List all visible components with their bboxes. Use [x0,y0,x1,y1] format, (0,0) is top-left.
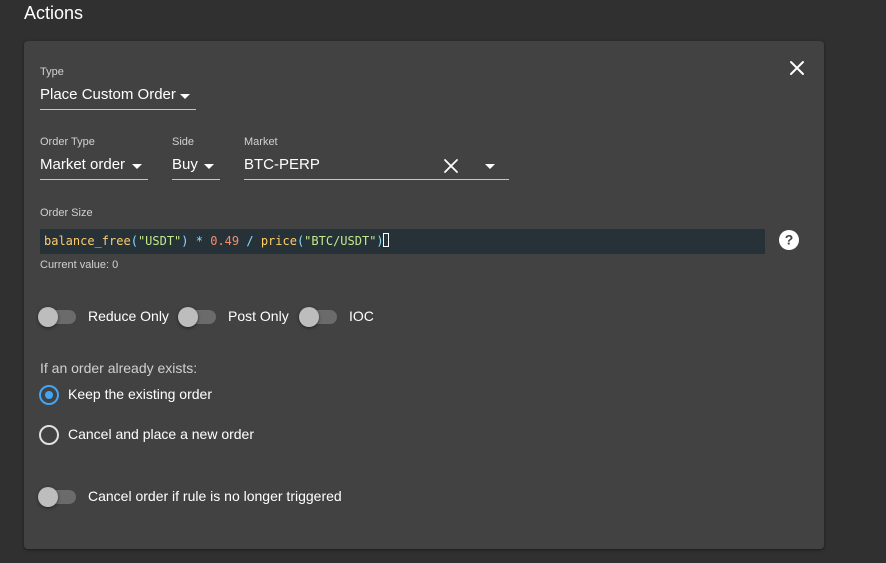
actions-card: Type Place Custom Order Order Type Marke… [24,41,824,549]
svg-text:?: ? [785,232,794,248]
reduce-only-label: Reduce Only [88,308,169,324]
radio-cancel-and-place[interactable]: Cancel and place a new order [39,425,279,445]
code-token: "USDT" [137,234,182,248]
order-type-select-box[interactable]: Market order [40,155,148,180]
code-token: / [239,234,261,248]
help-icon[interactable]: ? [778,229,800,251]
chevron-down-icon [485,164,495,169]
chevron-down-icon [180,94,190,99]
chevron-down-icon [132,164,142,169]
code-token: ) [181,234,189,248]
market-select[interactable]: Market BTC-PERP [244,136,509,182]
switch-thumb [299,307,319,327]
code-token: price [260,234,297,248]
type-select-box[interactable]: Place Custom Order [40,85,196,110]
ioc-label: IOC [349,308,374,324]
market-value: BTC-PERP [244,156,320,173]
code-token: balance_free [44,234,131,248]
cancel-if-not-triggered-switch[interactable]: Cancel order if rule is no longer trigge… [38,487,352,507]
order-type-label: Order Type [40,136,95,148]
type-value: Place Custom Order [40,86,176,103]
type-label: Type [40,66,64,78]
section-title: Actions [24,3,84,23]
radio-unchecked-icon [39,425,59,445]
order-size-label: Order Size [40,207,93,219]
code-token: "BTC/USDT" [304,234,377,248]
radio-checked-icon [39,385,59,405]
post-only-label: Post Only [228,308,289,324]
side-select-box[interactable]: Buy [172,155,220,180]
current-value-text: Current value: 0 [40,259,119,271]
switch-thumb [38,487,58,507]
code-token: ( [130,234,138,248]
market-label: Market [244,136,278,148]
chevron-down-icon [204,164,214,169]
switch-thumb [38,307,58,327]
reduce-only-switch[interactable]: Reduce Only [38,307,172,327]
order-size-editor[interactable]: balance_free("USDT") * 0.49 / price("BTC… [40,229,765,254]
type-select[interactable]: Type Place Custom Order [40,66,196,110]
radio-keep-existing[interactable]: Keep the existing order [39,385,239,405]
order-type-select[interactable]: Order Type Market order [40,136,148,182]
existing-order-label: If an order already exists: [40,360,198,376]
text-cursor [382,233,389,247]
market-select-box[interactable]: BTC-PERP [244,155,509,180]
ioc-switch[interactable]: IOC [299,307,383,327]
radio-dot [45,391,53,399]
side-select[interactable]: Side Buy [172,136,220,182]
post-only-switch[interactable]: Post Only [178,307,302,327]
close-icon[interactable] [786,57,808,79]
side-value: Buy [172,156,198,173]
side-label: Side [172,136,195,148]
cancel-and-place-label: Cancel and place a new order [68,426,255,442]
keep-existing-label: Keep the existing order [68,386,212,402]
clear-icon[interactable] [442,157,460,175]
code-token: 0.49 [210,234,240,248]
code-token: * [188,234,211,248]
order-type-value: Market order [40,156,126,173]
cancel-if-not-triggered-label: Cancel order if rule is no longer trigge… [88,488,342,504]
switch-thumb [178,307,198,327]
